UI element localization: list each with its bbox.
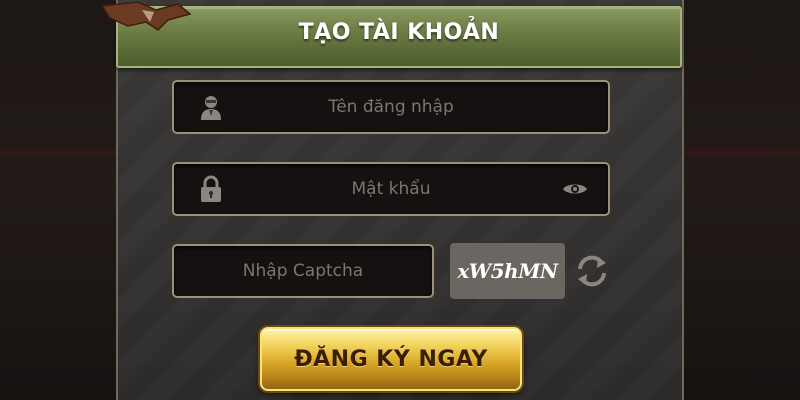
lock-icon xyxy=(201,175,221,202)
eye-icon[interactable] xyxy=(562,181,588,197)
captcha-field[interactable] xyxy=(172,244,434,298)
refresh-icon[interactable] xyxy=(574,253,610,289)
password-input[interactable] xyxy=(174,164,608,214)
username-field[interactable] xyxy=(172,80,610,134)
register-button[interactable]: ĐĂNG KÝ NGAY xyxy=(260,327,522,391)
captcha-image: xW5hMN xyxy=(450,243,565,299)
background-right xyxy=(682,0,800,400)
modal-header: TẠO TÀI KHOẢN xyxy=(116,6,682,68)
modal-title: TẠO TÀI KHOẢN xyxy=(298,19,500,45)
register-button-label: ĐĂNG KÝ NGAY xyxy=(294,346,488,372)
user-icon xyxy=(201,96,221,120)
background-left xyxy=(0,0,118,400)
password-field[interactable] xyxy=(172,162,610,216)
username-input[interactable] xyxy=(174,82,608,132)
wing-icon xyxy=(100,1,192,31)
captcha-input[interactable] xyxy=(174,246,432,296)
